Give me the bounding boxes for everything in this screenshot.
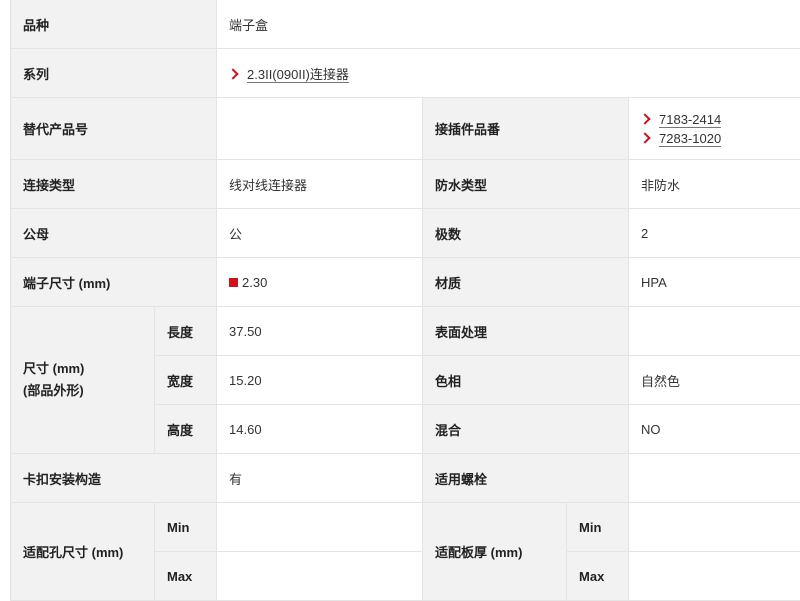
row-label-alt-part: 替代产品号: [11, 98, 217, 160]
row-label-surface-treatment: 表面处理: [423, 307, 629, 356]
sub-label-length: 長度: [155, 307, 217, 356]
sub-label-panel-max: Max: [567, 552, 629, 601]
table-row: 尺寸 (mm) (部品外形) 長度 37.50 表面处理: [11, 307, 800, 356]
row-label-terminal-size: 端子尺寸 (mm): [11, 258, 217, 307]
mating-part-link-1[interactable]: 7183-2414: [659, 112, 721, 128]
row-label-color: 色相: [423, 356, 629, 405]
table-row: 公母 公 极数 2: [11, 209, 800, 258]
row-value-hole-max: [217, 552, 423, 601]
row-label-hole-size: 适配孔尺寸 (mm): [11, 503, 155, 601]
row-label-connection-type: 连接类型: [11, 160, 217, 209]
spec-table: 品种 端子盒 系列 2.3II(090II)连接器 替代产品号 接插件品番 71…: [10, 0, 800, 601]
sub-label-hole-max: Max: [155, 552, 217, 601]
red-square-icon: [229, 278, 238, 287]
sub-label-height: 高度: [155, 405, 217, 454]
link-line: 7283-1020: [641, 129, 800, 148]
row-value-surface-treatment: [629, 307, 800, 356]
row-value-panel-min: [629, 503, 800, 552]
row-label-variety: 品种: [11, 0, 217, 49]
series-link[interactable]: 2.3II(090II)连接器: [247, 67, 349, 83]
row-value-snap-structure: 有: [217, 454, 423, 503]
row-value-gender: 公: [217, 209, 423, 258]
row-value-bolt: [629, 454, 800, 503]
row-value-poles: 2: [629, 209, 800, 258]
table-row: 适配孔尺寸 (mm) Min 适配板厚 (mm) Min: [11, 503, 800, 552]
row-label-snap-structure: 卡扣安装构造: [11, 454, 217, 503]
table-row: 系列 2.3II(090II)连接器: [11, 49, 800, 98]
row-value-alt-part: [217, 98, 423, 160]
mating-part-link-2[interactable]: 7283-1020: [659, 131, 721, 147]
row-value-connection-type: 线对线连接器: [217, 160, 423, 209]
chevron-right-icon: [639, 132, 650, 143]
row-label-waterproof-type: 防水类型: [423, 160, 629, 209]
row-label-poles: 极数: [423, 209, 629, 258]
row-value-series: 2.3II(090II)连接器: [217, 49, 800, 98]
table-row: 品种 端子盒: [11, 0, 800, 49]
table-row: 连接类型 线对线连接器 防水类型 非防水: [11, 160, 800, 209]
row-label-mixing: 混合: [423, 405, 629, 454]
dimensions-label-line2: (部品外形): [23, 380, 142, 402]
row-value-mixing: NO: [629, 405, 800, 454]
row-value-variety: 端子盒: [217, 0, 800, 49]
row-label-dimensions: 尺寸 (mm) (部品外形): [11, 307, 155, 454]
row-label-panel-thickness: 适配板厚 (mm): [423, 503, 567, 601]
row-value-color: 自然色: [629, 356, 800, 405]
row-label-gender: 公母: [11, 209, 217, 258]
sub-label-width: 宽度: [155, 356, 217, 405]
sub-label-panel-min: Min: [567, 503, 629, 552]
row-value-terminal-size: 2.30: [217, 258, 423, 307]
chevron-right-icon: [227, 68, 238, 79]
link-line: 7183-2414: [641, 110, 800, 129]
row-label-bolt: 适用螺栓: [423, 454, 629, 503]
row-value-mating-part: 7183-2414 7283-1020: [629, 98, 800, 160]
row-label-mating-part: 接插件品番: [423, 98, 629, 160]
row-value-waterproof-type: 非防水: [629, 160, 800, 209]
row-value-length: 37.50: [217, 307, 423, 356]
dimensions-label-line1: 尺寸 (mm): [23, 358, 142, 380]
row-label-material: 材质: [423, 258, 629, 307]
row-label-series: 系列: [11, 49, 217, 98]
row-value-width: 15.20: [217, 356, 423, 405]
row-value-height: 14.60: [217, 405, 423, 454]
row-value-panel-max: [629, 552, 800, 601]
sub-label-hole-min: Min: [155, 503, 217, 552]
table-row: 替代产品号 接插件品番 7183-2414 7283-1020: [11, 98, 800, 160]
table-row: 端子尺寸 (mm) 2.30 材质 HPA: [11, 258, 800, 307]
terminal-size-value: 2.30: [242, 275, 267, 290]
row-value-material: HPA: [629, 258, 800, 307]
chevron-right-icon: [639, 113, 650, 124]
table-row: 卡扣安装构造 有 适用螺栓: [11, 454, 800, 503]
row-value-hole-min: [217, 503, 423, 552]
